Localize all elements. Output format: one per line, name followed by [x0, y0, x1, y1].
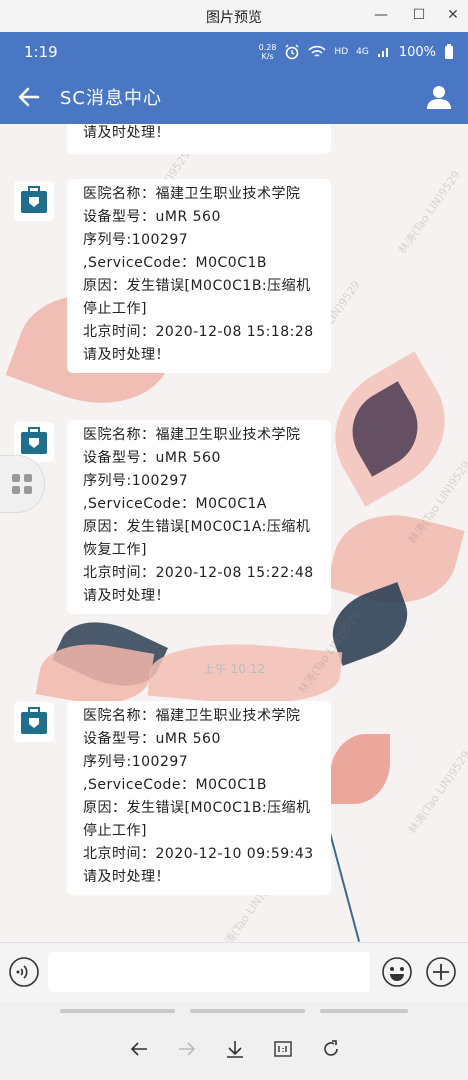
- message-line: 设备型号：uMR 560: [83, 209, 221, 225]
- floating-menu-button[interactable]: [0, 455, 45, 513]
- battery-icon: [445, 44, 453, 59]
- net-speed: 0.28 K/s: [258, 43, 277, 61]
- toolbox-icon: [21, 707, 47, 734]
- message-line: 北京时间：2020-12-08 15:22:48: [83, 565, 314, 581]
- message-line: 请及时处理！: [83, 869, 170, 885]
- message-timestamp: 上午 10:12: [202, 662, 266, 676]
- alarm-icon: [285, 44, 299, 60]
- next-arrow-icon[interactable]: [176, 1038, 198, 1060]
- message-bubble[interactable]: 医院名称：福建卫生职业技术学院 设备型号：uMR 560 序列号:100297 …: [67, 179, 331, 373]
- scroll-indicator: [320, 1009, 408, 1013]
- message-line: 序列号:100297: [83, 473, 189, 489]
- window-title-bar: 图片预览 — ☐ ✕: [0, 0, 468, 32]
- viewer-toolbar: [0, 1002, 468, 1080]
- input-bar: [0, 942, 468, 1003]
- status-time: 1:19: [24, 43, 58, 61]
- person-icon[interactable]: [426, 84, 452, 110]
- battery-percent: 100%: [398, 44, 436, 60]
- message-line: ,ServiceCode：M0C0C1B: [83, 255, 267, 271]
- app-bar: SC消息中心: [0, 72, 468, 124]
- message-line: 设备型号：uMR 560: [83, 450, 221, 466]
- message-line: 北京时间：2020-12-10 09:59:43: [83, 846, 314, 862]
- status-icons: 0.28 K/s HD 4G 100%: [259, 43, 454, 61]
- maximize-button[interactable]: ☐: [406, 4, 432, 26]
- window-title: 图片预览: [206, 10, 262, 26]
- scroll-indicator: [190, 1009, 305, 1013]
- grid-icon: [12, 474, 32, 494]
- signal-icon: [377, 48, 388, 57]
- message-line: 原因：发生错误[M0C0C1B:压缩机停止工作]: [83, 800, 311, 839]
- message-input[interactable]: [48, 952, 370, 992]
- message-line: 请及时处理！: [83, 347, 170, 363]
- rotate-icon[interactable]: [320, 1038, 342, 1060]
- message-line: 医院名称：福建卫生职业技术学院: [83, 427, 301, 443]
- download-icon[interactable]: [224, 1038, 246, 1060]
- message-line: 序列号:100297: [83, 232, 189, 248]
- message-line: 原因：发生错误[M0C0C1B:压缩机停止工作]: [83, 278, 311, 317]
- message-line: 原因：发生错误[M0C0C1A:压缩机恢复工作]: [83, 519, 311, 558]
- emoji-icon[interactable]: [381, 956, 413, 988]
- status-bar: 1:19 0.28 K/s HD 4G 100%: [0, 32, 468, 72]
- message-bubble[interactable]: 请及时处理！: [67, 124, 331, 154]
- message-line: 序列号:100297: [83, 754, 189, 770]
- wifi-icon: [308, 45, 327, 57]
- message-bubble[interactable]: 医院名称：福建卫生职业技术学院 设备型号：uMR 560 序列号:100297 …: [67, 420, 331, 614]
- message-line: 设备型号：uMR 560: [83, 731, 221, 747]
- signal-label: 4G: [356, 47, 369, 57]
- watermark: 林涛(Tao LIN)9529: [395, 168, 463, 257]
- page-title: SC消息中心: [60, 88, 162, 109]
- close-button[interactable]: ✕: [440, 4, 466, 26]
- watermark: 林涛(Tao LIN)9529: [405, 748, 468, 837]
- voice-icon[interactable]: [8, 956, 40, 988]
- toolbox-icon: [21, 186, 47, 213]
- back-arrow-icon[interactable]: [16, 84, 42, 110]
- hd-label: HD: [334, 47, 349, 57]
- message-bubble[interactable]: 医院名称：福建卫生职业技术学院 设备型号：uMR 560 序列号:100297 …: [67, 701, 331, 895]
- message-line: ,ServiceCode：M0C0C1B: [83, 777, 267, 793]
- message-line: ,ServiceCode：M0C0C1A: [83, 496, 267, 512]
- actual-size-icon[interactable]: [272, 1038, 294, 1060]
- avatar[interactable]: [14, 702, 54, 742]
- chat-area[interactable]: 林涛(Tao LIN)9529 林涛(Tao LIN)9529 林涛(Tao L…: [0, 124, 468, 942]
- scroll-indicator: [60, 1009, 175, 1013]
- plus-icon[interactable]: [425, 956, 457, 988]
- minimize-button[interactable]: —: [368, 4, 394, 26]
- message-line: 医院名称：福建卫生职业技术学院: [83, 708, 301, 724]
- avatar[interactable]: [14, 181, 54, 221]
- message-line: 请及时处理！: [83, 125, 170, 141]
- message-line: 北京时间：2020-12-08 15:18:28: [83, 324, 314, 340]
- message-line: 请及时处理！: [83, 588, 170, 604]
- message-line: 医院名称：福建卫生职业技术学院: [83, 186, 301, 202]
- previous-arrow-icon[interactable]: [128, 1038, 150, 1060]
- background-leaf: [330, 734, 390, 804]
